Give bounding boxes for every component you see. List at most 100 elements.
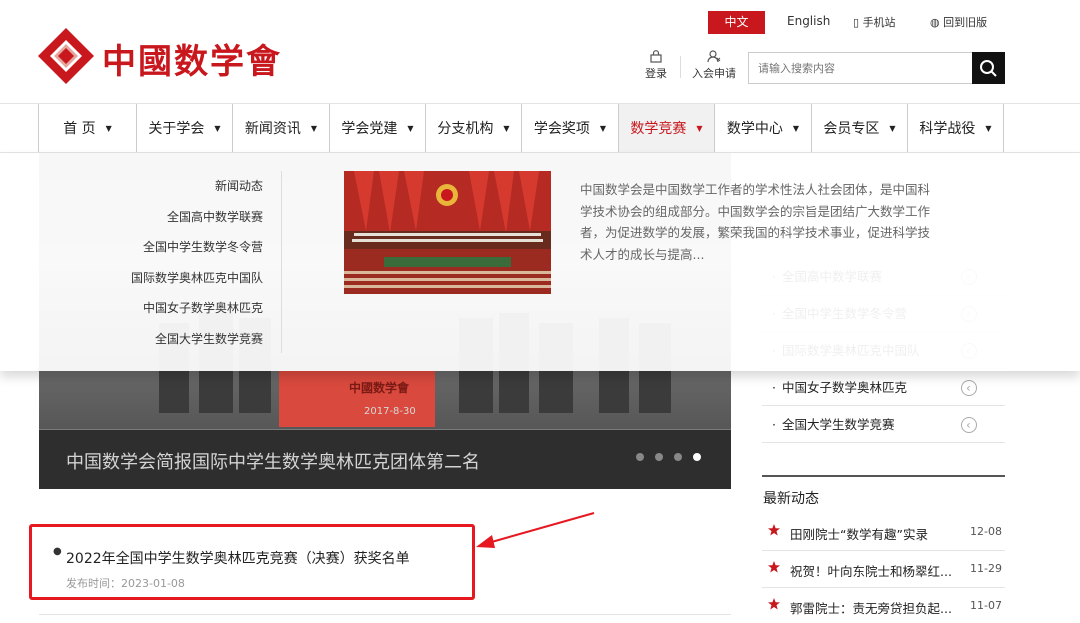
caret-down-icon: ▼	[214, 123, 221, 133]
nav-item-9[interactable]: 科学战役 ▼	[908, 104, 1004, 152]
article-publish-date: 发布时间：2023-01-08	[66, 577, 185, 590]
slide-caption[interactable]: 中国数学会简报国际中学生数学奥林匹克团体第二名	[66, 448, 480, 474]
lang-english-link[interactable]: English	[787, 14, 830, 28]
user-add-icon	[707, 50, 721, 63]
competition-list-item[interactable]: · 全国大学生数学竞赛	[762, 406, 1005, 444]
mobile-site-link[interactable]: ▯ 手机站	[853, 14, 896, 30]
main-nav: 首 页 ▼ 关于学会 ▼ 新闻资讯 ▼ 学会党建 ▼ 分支机构 ▼ 学会奖项 ▼ 数学竞赛 ▼ 数学中心 ▼ 会…	[38, 104, 1004, 152]
nav-item-5[interactable]: 学会奖项 ▼	[522, 104, 619, 152]
nav-item-3[interactable]: 学会党建 ▼	[330, 104, 426, 152]
search-input[interactable]	[749, 53, 973, 83]
caret-down-icon: ▼	[310, 123, 318, 133]
dropdown-item[interactable]: 全国高中数学联赛	[90, 202, 263, 233]
search-box	[748, 52, 1005, 84]
join-apply-button[interactable]: 入会申请	[690, 50, 738, 81]
article-divider	[39, 614, 731, 615]
login-button[interactable]: 登录	[640, 50, 672, 81]
nav-item-1[interactable]: 关于学会 ▼	[137, 104, 233, 152]
search-icon	[980, 60, 997, 77]
nav-item-label: 首 页	[63, 121, 96, 137]
caret-down-icon: ▼	[985, 123, 992, 133]
dropdown-item[interactable]: 全国大学生数学竞赛	[90, 324, 263, 355]
nav-item-label: 科学战役	[919, 121, 976, 137]
slide-date: 2017-8-30	[364, 406, 416, 417]
mobile-site-label: 手机站	[862, 16, 896, 29]
latest-news-title: 郭雷院士：责无旁贷担负起...	[790, 601, 952, 616]
lock-icon	[650, 50, 662, 63]
latest-news-item[interactable]: 祝贺！叶向东院士和杨翠红... 11-29	[762, 551, 1005, 588]
search-button[interactable]	[972, 52, 1005, 84]
nav-item-label: 新闻资讯	[244, 121, 301, 137]
dropdown-item[interactable]: 中国女子数学奥林匹克	[90, 293, 263, 324]
globe-icon: ◍	[930, 16, 940, 29]
login-label: 登录	[645, 67, 667, 80]
dropdown-image[interactable]	[344, 171, 551, 294]
logo-text: 中國数学會	[102, 42, 282, 82]
nav-item-label: 分支机构	[437, 121, 494, 137]
latest-news-date: 11-29	[970, 562, 1002, 575]
latest-news-rule	[762, 475, 1005, 477]
nav-item-label: 数学竞赛	[630, 121, 687, 137]
caret-down-icon: ▼	[599, 123, 607, 133]
latest-news-date: 11-07	[970, 599, 1002, 612]
red-star-icon	[768, 561, 780, 573]
competition-dropdown-menu: 新闻动态 全国高中数学联赛 全国中学生数学冬令营 国际数学奥林匹克中国队 中国女子数学奥…	[0, 153, 1080, 371]
assembly-hall-image	[344, 171, 551, 294]
dropdown-description: 中国数学会是中国数学工作者的学术性法人社会团体，是中国科学技术协会的组成部分。中…	[580, 182, 931, 262]
slide-pagination	[636, 453, 701, 461]
slide-dot[interactable]	[693, 453, 701, 461]
competition-list-label: 中国女子数学奥林匹克	[781, 380, 907, 395]
main-navbar: 首 页 ▼ 关于学会 ▼ 新闻资讯 ▼ 学会党建 ▼ 分支机构 ▼ 学会奖项 ▼ 数学竞赛 ▼ 数学中心 ▼ 会…	[0, 103, 1080, 153]
nav-item-8[interactable]: 会员专区 ▼	[812, 104, 908, 152]
nav-item-label: 关于学会	[148, 121, 205, 137]
competition-list-item[interactable]: · 中国女子数学奥林匹克	[762, 369, 1005, 407]
red-arrow-icon	[476, 512, 595, 548]
nav-item-4[interactable]: 分支机构 ▼	[426, 104, 522, 152]
nav-item-label: 数学中心	[726, 121, 783, 137]
old-version-link[interactable]: ◍ 回到旧版	[930, 14, 987, 30]
caret-down-icon: ▼	[889, 123, 896, 133]
slide-banner-text: 中國数学會	[349, 381, 410, 395]
dropdown-item[interactable]: 新闻动态	[90, 171, 263, 202]
latest-news-item[interactable]: 郭雷院士：责无旁贷担负起... 11-07	[762, 588, 1005, 623]
logo-emblem-icon	[38, 28, 94, 84]
nav-item-2[interactable]: 新闻资讯 ▼	[233, 104, 330, 152]
chevron-left-icon	[961, 407, 977, 444]
nav-item-0[interactable]: 首 页 ▼	[39, 104, 137, 152]
latest-news-item[interactable]: 田刚院士“数学有趣”实录 12-08	[762, 514, 1005, 551]
slide-caption-bar: 中国数学会简报国际中学生数学奥林匹克团体第二名	[39, 430, 731, 489]
caret-down-icon: ▼	[792, 123, 800, 133]
competition-list-label: 全国大学生数学竞赛	[781, 417, 895, 432]
caret-down-icon: ▼	[503, 123, 510, 133]
latest-news-date: 12-08	[970, 525, 1002, 538]
phone-icon: ▯	[853, 16, 860, 29]
latest-news-title: 田刚院士“数学有趣”实录	[790, 527, 928, 542]
nav-item-label: 会员专区	[823, 121, 880, 137]
chevron-left-icon	[961, 370, 977, 407]
dropdown-item[interactable]: 全国中学生数学冬令营	[90, 232, 263, 263]
red-star-icon	[768, 598, 780, 610]
header-divider	[680, 56, 681, 78]
caret-down-icon: ▼	[105, 123, 112, 133]
lang-chinese-button[interactable]: 中文	[708, 11, 765, 34]
site-logo[interactable]: 中國数学會	[38, 26, 280, 88]
caret-down-icon: ▼	[696, 123, 703, 133]
article-bullet-icon: ●	[53, 546, 62, 557]
nav-item-label: 学会党建	[341, 121, 398, 137]
dropdown-divider	[281, 171, 282, 353]
slide-dot[interactable]	[674, 453, 682, 461]
bullet-icon: ·	[772, 417, 776, 432]
dropdown-submenu: 新闻动态 全国高中数学联赛 全国中学生数学冬令营 国际数学奥林匹克中国队 中国女子数学奥…	[90, 171, 263, 354]
slide-dot[interactable]	[655, 453, 663, 461]
highlighted-article[interactable]: ● 2022年全国中学生数学奥林匹克竞赛（决赛）获奖名单 发布时间：2023-0…	[29, 524, 475, 600]
caret-down-icon: ▼	[407, 123, 414, 133]
join-apply-label: 入会申请	[692, 67, 736, 80]
article-title[interactable]: 2022年全国中学生数学奥林匹克竞赛（决赛）获奖名单	[66, 548, 410, 568]
latest-news-title: 祝贺！叶向东院士和杨翠红...	[790, 564, 952, 579]
nav-item-6[interactable]: 数学竞赛 ▼	[619, 104, 715, 152]
nav-item-7[interactable]: 数学中心 ▼	[715, 104, 812, 152]
bullet-icon: ·	[772, 380, 776, 395]
slide-dot[interactable]	[636, 453, 644, 461]
old-version-label: 回到旧版	[943, 16, 988, 29]
dropdown-item[interactable]: 国际数学奥林匹克中国队	[90, 263, 263, 294]
